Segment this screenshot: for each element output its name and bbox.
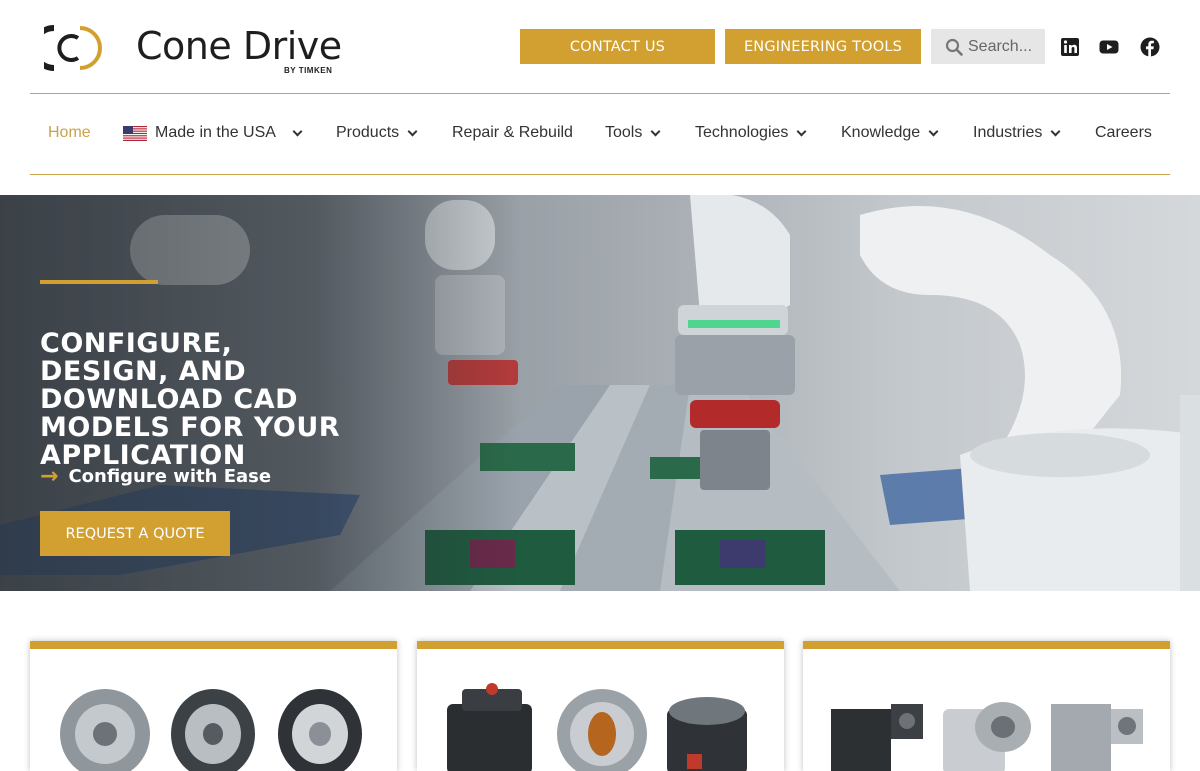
nav-label: Products [336,124,400,141]
nav-item-tools[interactable]: Tools [605,124,661,142]
nav-label: Repair & Rebuild [452,124,573,141]
us-flag-icon [123,125,147,141]
product-card[interactable] [417,641,784,771]
chevron-down-icon [650,126,661,136]
hero-subtitle-link[interactable]: → Configure with Ease [40,464,271,489]
brand-name: Cone Drive [136,24,342,68]
hero-banner: CONFIGURE, DESIGN, AND DOWNLOAD CAD MODE… [0,195,1200,591]
nav-item-home[interactable]: Home [48,124,91,142]
search-box[interactable] [931,29,1045,64]
request-quote-button[interactable]: REQUEST A QUOTE [40,511,230,556]
chevron-down-icon [928,126,939,136]
nav-item-technologies[interactable]: Technologies [695,124,807,142]
search-input[interactable] [968,37,1042,56]
nav-item-products[interactable]: Products [336,124,418,142]
nav-label: Made in the USA [155,124,276,141]
nav-item-industries[interactable]: Industries [973,124,1061,142]
chevron-down-icon [1050,126,1061,136]
nav-label: Tools [605,124,643,141]
hero-subtitle: Configure with Ease [68,466,272,487]
main-nav: Home Made in the USA Products Repair & R… [30,94,1170,174]
nav-item-knowledge[interactable]: Knowledge [841,124,939,142]
arrow-right-icon: → [40,464,59,489]
chevron-down-icon [407,126,418,136]
youtube-icon[interactable] [1099,37,1119,57]
facebook-icon[interactable] [1140,37,1160,57]
precision-reducer-image [60,689,362,771]
hero-accent-bar [40,280,158,284]
nav-item-made-in-usa[interactable]: Made in the USA [123,124,303,142]
product-card[interactable] [803,641,1170,771]
cone-drive-logo[interactable]: Cone Drive BY TIMKEN [44,20,364,76]
nav-item-repair-rebuild[interactable]: Repair & Rebuild [452,124,573,142]
logo-mark-icon [44,25,102,71]
nav-label: Knowledge [841,124,921,141]
gearbox-image [831,702,1143,771]
nav-label: Home [48,124,91,141]
chevron-down-icon [796,126,807,136]
engineering-tools-button[interactable]: ENGINEERING TOOLS [725,29,921,64]
nav-label: Technologies [695,124,789,141]
linkedin-icon[interactable] [1060,37,1080,57]
chevron-down-icon [292,126,303,136]
nav-divider [30,174,1170,175]
actuator-image [447,683,747,771]
brand-subline: BY TIMKEN [284,66,333,75]
site-header: Cone Drive BY TIMKEN CONTACT US ENGINEER… [0,0,1200,195]
contact-us-button[interactable]: CONTACT US [520,29,715,64]
nav-label: Careers [1095,124,1152,141]
product-card[interactable] [30,641,397,771]
search-icon[interactable] [945,38,963,56]
nav-label: Industries [973,124,1043,141]
hero-title: CONFIGURE, DESIGN, AND DOWNLOAD CAD MODE… [40,328,341,471]
nav-item-careers[interactable]: Careers [1095,124,1152,142]
